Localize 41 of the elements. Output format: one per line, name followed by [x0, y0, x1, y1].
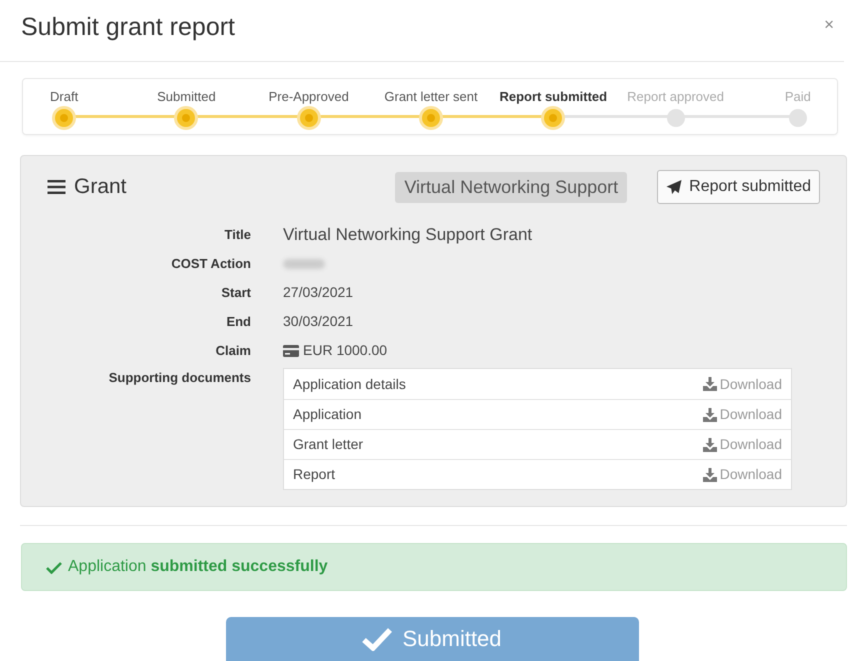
field-value: Virtual Networking Support Grant: [283, 224, 532, 246]
step-label: Draft: [50, 88, 78, 106]
field-value: EUR 1000.00: [303, 341, 388, 360]
step-label: Paid: [784, 88, 811, 106]
field-label: Title: [224, 226, 252, 244]
step-label: Report submitted: [499, 88, 608, 106]
menu-icon: [47, 179, 66, 195]
redacted-value: [283, 258, 325, 268]
download-link[interactable]: Download: [702, 404, 782, 425]
field-label: Start: [220, 284, 252, 302]
panel-title: Grant: [74, 174, 127, 200]
step-label: Submitted: [157, 88, 216, 106]
download-link[interactable]: Download: [702, 434, 782, 455]
step-label: Grant letter sent: [384, 88, 478, 106]
download-icon: [702, 468, 717, 482]
field-label: Supporting documents: [108, 369, 252, 387]
step-label: Pre-Approved: [268, 88, 349, 106]
document-name: Application details: [293, 374, 406, 394]
download-icon: [702, 408, 717, 422]
field-label: COST Action: [170, 254, 252, 273]
grant-type-label: Virtual Networking Support: [395, 172, 628, 202]
download-icon: [702, 438, 717, 452]
check-icon: [46, 560, 62, 574]
step-label: Report approved: [627, 88, 724, 106]
field-value: 30/03/2021: [283, 312, 354, 331]
field-label: Claim: [214, 342, 252, 360]
check-icon: [362, 626, 392, 650]
document-name: Grant letter: [293, 435, 364, 454]
download-icon: [702, 377, 717, 391]
send-icon: [666, 180, 682, 194]
field-label: End: [225, 312, 252, 331]
download-link[interactable]: Download: [702, 464, 782, 485]
modal-title: Submit grant report: [21, 12, 235, 42]
close-button[interactable]: ×: [824, 16, 834, 33]
document-name: Application: [293, 405, 362, 424]
card-icon: [283, 344, 299, 356]
field-value: 27/03/2021: [283, 283, 354, 302]
success-message: Application submitted successfully: [68, 557, 328, 577]
document-name: Report: [293, 465, 336, 484]
download-link[interactable]: Download: [702, 374, 782, 394]
status-button[interactable]: Report submitted: [657, 170, 820, 204]
